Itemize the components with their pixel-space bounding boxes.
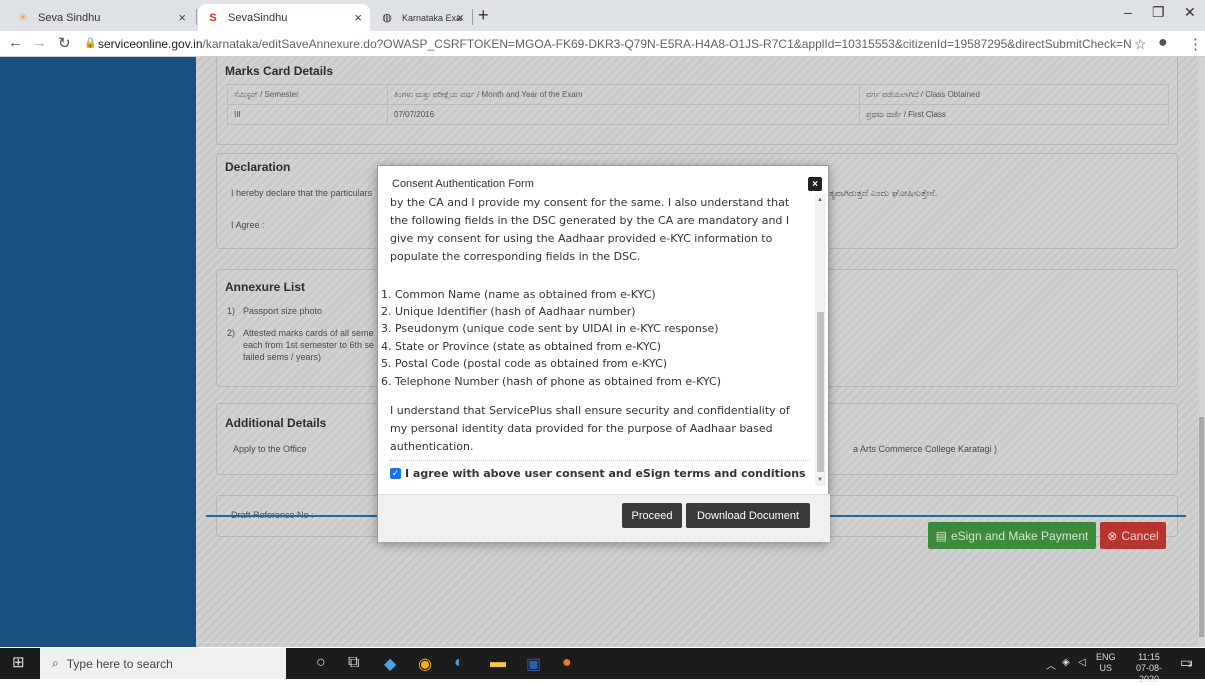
consent-checkbox-label: I agree with above user consent and eSig… — [405, 467, 806, 480]
edge-icon[interactable]: ◐ — [454, 654, 464, 672]
minimize-icon[interactable]: – — [1124, 4, 1132, 20]
seva-sindhu-logo-icon: ✳ — [18, 12, 28, 24]
new-tab-plus-icon[interactable]: + — [478, 5, 489, 26]
window-close-icon[interactable]: ✕ — [1184, 4, 1196, 21]
security-paragraph: I understand that ServicePlus shall ensu… — [390, 404, 790, 453]
restore-icon[interactable]: ❐ — [1152, 4, 1165, 21]
windows-start-icon[interactable]: ⊞ — [12, 653, 25, 671]
tab-karnataka-results[interactable]: ◍ Karnataka Examination Results 2( × — [372, 4, 472, 31]
lang-bottom: US — [1099, 663, 1113, 673]
lang-top: ENG — [1096, 652, 1116, 662]
checkbox-checked-icon[interactable]: ✓ — [390, 468, 401, 479]
globe-icon: ◍ — [382, 12, 392, 24]
consent-list-item: 5. Postal Code (postal code as obtained … — [381, 357, 668, 370]
modal-scrollbar-thumb[interactable] — [817, 312, 824, 472]
consent-modal: Consent Authentication Form × by the CA … — [377, 165, 830, 542]
modal-title: Consent Authentication Form — [392, 178, 534, 190]
back-arrow-icon[interactable]: ← — [8, 34, 23, 51]
tab-seva-sindhu[interactable]: ✳ Seva Sindhu × — [8, 4, 194, 31]
browser-tab-bar: ✳ Seva Sindhu × S SevaSindhu × ◍ Karnata… — [0, 0, 1205, 31]
modal-close-icon[interactable]: × — [808, 177, 822, 191]
consent-list-item: 4. State or Province (state as obtained … — [381, 340, 662, 353]
tab-title: Karnataka Examination Results 2( — [402, 12, 462, 23]
url-path: /karnataka/editSaveAnnexure.do?OWASP_CSR… — [202, 37, 1132, 51]
tray-chevron-icon[interactable]: ︿ — [1046, 657, 1056, 672]
tab-title: Seva Sindhu — [38, 11, 101, 24]
cancel-circle-icon: ⊗ — [1107, 528, 1118, 543]
network-icon[interactable]: ◈ — [1062, 657, 1070, 668]
notification-count: 3 — [1188, 662, 1192, 669]
sevasindhu-logo-icon: S — [209, 11, 217, 24]
modal-footer: Proceed Download Document — [378, 494, 830, 542]
windows-taskbar: ⊞ ⌕ Type here to search ○ ⧉ ◆ ◉ ◐ ▬ ▣ ● … — [0, 648, 1205, 684]
consent-list-item: 3. Pseudonym (unique code sent by UIDAI … — [381, 322, 719, 335]
tab-sevasindhu[interactable]: S SevaSindhu × — [198, 4, 370, 31]
scroll-up-arrow-icon[interactable]: ▲ — [817, 197, 823, 203]
firefox-icon[interactable]: ● — [562, 654, 572, 672]
profile-icon[interactable]: ● — [1158, 34, 1168, 52]
lock-icon: 🔒 — [84, 38, 97, 49]
url-field[interactable]: serviceonline.gov.in/karnataka/editSaveA… — [98, 37, 1132, 51]
consent-checkbox-row[interactable]: ✓ I agree with above user consent and eS… — [390, 460, 810, 480]
volume-icon[interactable]: ◁ — [1078, 657, 1086, 668]
bookmark-star-icon[interactable]: ☆ — [1134, 36, 1147, 53]
app-icon[interactable]: ◆ — [384, 654, 396, 674]
consent-list-item: 6. Telephone Number (hash of phone as ob… — [381, 375, 722, 388]
file-explorer-icon[interactable]: ▬ — [490, 654, 506, 672]
address-bar: ← → ↻ 🔒 serviceonline.gov.in/karnataka/e… — [0, 31, 1205, 57]
close-tab-icon[interactable]: × — [456, 10, 464, 25]
modal-scrollbar[interactable]: ▲ ▼ — [815, 194, 826, 486]
clock[interactable]: 11:15 07-08-2020 — [1126, 652, 1172, 685]
chrome-icon[interactable]: ◉ — [418, 654, 432, 674]
tab-title: SevaSindhu — [228, 11, 288, 24]
browser-menu-icon[interactable]: ⋮ — [1188, 35, 1203, 53]
close-tab-icon[interactable]: × — [178, 10, 186, 25]
reload-icon[interactable]: ↻ — [58, 34, 71, 52]
esign-payment-label: eSign and Make Payment — [950, 528, 1089, 543]
cancel-button[interactable]: ⊗ Cancel — [1100, 522, 1166, 549]
proceed-button[interactable]: Proceed — [622, 503, 682, 528]
scroll-down-arrow-icon[interactable]: ▼ — [817, 477, 823, 483]
esign-payment-button[interactable]: ▤ eSign and Make Payment — [928, 522, 1096, 549]
taskbar-search-box[interactable]: ⌕ Type here to search — [40, 648, 286, 679]
consent-list-item: 1. Common Name (name as obtained from e-… — [381, 288, 656, 301]
esign-icon: ▤ — [935, 528, 947, 543]
download-document-button[interactable]: Download Document — [686, 503, 810, 528]
close-tab-icon[interactable]: × — [354, 10, 362, 25]
taskbar-search-placeholder: Type here to search — [66, 656, 173, 671]
consent-paragraph: by the CA and I provide my consent for t… — [390, 196, 790, 263]
task-view-icon[interactable]: ⧉ — [348, 654, 359, 672]
cancel-label: Cancel — [1121, 528, 1159, 543]
search-icon: ⌕ — [52, 656, 59, 670]
cortana-icon[interactable]: ○ — [316, 654, 326, 672]
clock-date: 07-08-2020 — [1135, 663, 1162, 684]
word-icon[interactable]: ▣ — [526, 654, 541, 674]
url-host: serviceonline.gov.in — [98, 37, 203, 51]
language-indicator[interactable]: ENG US — [1096, 652, 1116, 674]
consent-list-item: 2. Unique Identifier (hash of Aadhaar nu… — [381, 305, 636, 318]
modal-body: by the CA and I provide my consent for t… — [378, 194, 830, 494]
forward-arrow-icon[interactable]: → — [32, 34, 47, 51]
clock-time: 11:15 — [1138, 652, 1160, 662]
